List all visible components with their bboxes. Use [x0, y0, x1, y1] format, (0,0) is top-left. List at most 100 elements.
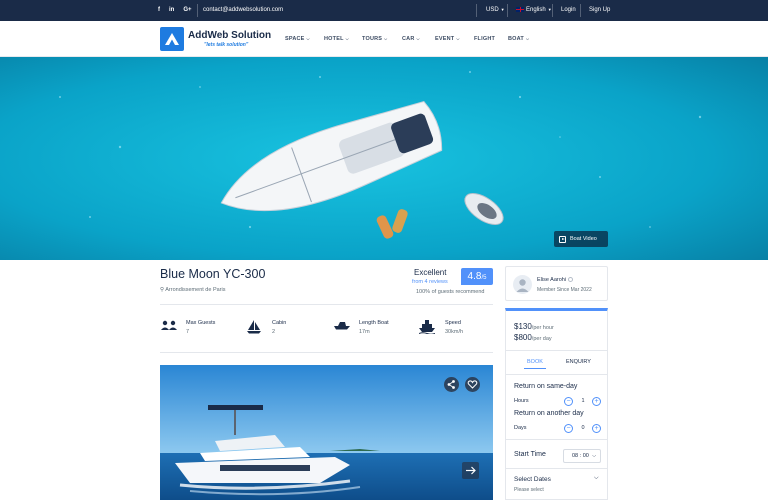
tab-book[interactable]: BOOK	[524, 359, 546, 369]
gallery-next-button[interactable]	[462, 462, 479, 479]
days-label: Days	[514, 425, 527, 431]
currency-selector[interactable]: USD ▼	[486, 7, 505, 13]
logo-mark[interactable]	[160, 27, 184, 51]
listing-title: Blue Moon YC-300	[160, 267, 266, 281]
select-dates-placeholder[interactable]: Please select	[514, 487, 544, 493]
divider	[552, 4, 553, 17]
hours-stepper: − 1 +	[564, 397, 602, 406]
nav-item-tours[interactable]: TOURS ⌵	[362, 36, 387, 42]
divider	[506, 468, 607, 469]
share-icon	[447, 380, 455, 389]
nav-label: EVENT	[435, 36, 455, 42]
owner-name[interactable]: Elise Aarohi	[537, 277, 574, 283]
nav-label: HOTEL	[324, 36, 344, 42]
linkedin-icon[interactable]: in	[169, 7, 174, 13]
price-value: $130	[514, 322, 532, 331]
logo-name[interactable]: AddWeb Solution	[188, 30, 271, 41]
divider	[507, 4, 508, 17]
days-value[interactable]: 0	[576, 425, 590, 431]
verified-icon	[568, 277, 574, 282]
chevron-down-icon: ▼	[500, 7, 505, 12]
owner-card: Elise Aarohi Member Since Mar 2022	[505, 266, 608, 301]
divider	[160, 304, 493, 305]
nav-item-car[interactable]: CAR ⌵	[402, 36, 420, 42]
hours-decrement-button[interactable]: −	[564, 397, 573, 406]
nav-label: BOAT	[508, 36, 524, 42]
hours-value[interactable]: 1	[576, 398, 590, 404]
nav-item-hotel[interactable]: HOTEL ⌵	[324, 36, 349, 42]
hours-increment-button[interactable]: +	[592, 397, 601, 406]
login-link[interactable]: Login	[561, 7, 576, 13]
select-dates-label[interactable]: Select Dates	[514, 476, 551, 483]
reviews-link[interactable]: from 4 reviews	[412, 279, 448, 285]
wishlist-button[interactable]	[465, 377, 480, 392]
share-button[interactable]	[444, 377, 459, 392]
avatar[interactable]	[513, 275, 532, 294]
currency-label: USD	[486, 7, 499, 13]
arrow-right-icon	[466, 466, 476, 475]
divider	[506, 350, 607, 351]
rating-label: Excellent	[414, 268, 447, 277]
feature-label: Length Boat	[359, 320, 389, 326]
days-decrement-button[interactable]: −	[564, 424, 573, 433]
rating-score-badge: 4.8/5	[461, 268, 493, 285]
play-video-icon	[559, 235, 566, 243]
nav-label: TOURS	[362, 36, 383, 42]
chevron-down-icon[interactable]: ⌵	[594, 475, 599, 482]
language-selector[interactable]: English ▼	[516, 7, 552, 13]
signup-link[interactable]: Sign Up	[589, 7, 610, 13]
rating-score: 4.8	[467, 271, 482, 282]
another-day-title: Return on another day	[514, 410, 584, 417]
recommend-text: 100% of guests recommend	[416, 289, 485, 295]
chevron-down-icon: ⌵	[384, 36, 388, 41]
contact-email-link[interactable]: contact@addwebsolution.com	[203, 7, 283, 13]
boat-gallery[interactable]	[160, 365, 493, 500]
days-stepper: − 0 +	[564, 424, 602, 433]
feature-label: Cabin	[272, 320, 287, 326]
owner-since: Member Since Mar 2022	[537, 287, 592, 293]
location-text: Arrondissement de Paris	[165, 287, 226, 293]
listing-location: ⚲ Arrondissement de Paris	[160, 287, 226, 293]
divider	[160, 352, 493, 353]
nav-label: CAR	[402, 36, 415, 42]
start-time-label: Start Time	[514, 451, 546, 458]
days-increment-button[interactable]: +	[592, 424, 601, 433]
price-value: $800	[514, 333, 532, 342]
guests-icon	[161, 320, 177, 330]
divider	[476, 4, 477, 17]
divider	[506, 439, 607, 440]
divider	[506, 374, 607, 375]
heart-icon	[467, 380, 478, 389]
booking-card: $130/per hour $800/per day BOOK ENQUIRY …	[505, 308, 608, 500]
speedboat-icon	[334, 322, 350, 330]
chevron-down-icon: ⌵	[416, 36, 420, 41]
chevron-down-icon: ⌵	[525, 36, 530, 41]
price-unit: /per day	[531, 336, 552, 342]
boat-video-button[interactable]: Boat Video	[554, 231, 608, 247]
feature-value: 7	[186, 329, 190, 335]
owner-name-text: Elise Aarohi	[537, 277, 567, 283]
uk-flag-icon	[516, 7, 524, 12]
start-time-select[interactable]: 08 : 00 ⌵	[563, 449, 601, 463]
nav-item-space[interactable]: SPACE ⌵	[285, 36, 310, 42]
rating-score-max: /5	[481, 275, 487, 281]
same-day-title: Return on same-day	[514, 383, 578, 390]
nav-item-boat[interactable]: BOAT ⌵	[508, 36, 529, 42]
nav-item-flight[interactable]: FLIGHT	[474, 36, 495, 42]
tab-enquiry[interactable]: ENQUIRY	[566, 359, 591, 365]
divider	[580, 4, 581, 17]
social-links: f in G+	[158, 7, 192, 13]
price-per-day: $800/per day	[514, 333, 552, 342]
google-plus-icon[interactable]: G+	[183, 7, 191, 13]
nav-label: FLIGHT	[474, 36, 496, 42]
feature-label: Max Guests	[186, 320, 216, 326]
chevron-down-icon: ⌵	[345, 36, 349, 41]
nav-label: SPACE	[285, 36, 305, 42]
facebook-icon[interactable]: f	[158, 7, 160, 13]
boat-video-label: Boat Video	[570, 236, 597, 242]
user-icon	[516, 279, 529, 292]
feature-value: 17m	[359, 329, 370, 335]
feature-value: 30km/h	[445, 329, 464, 335]
sailboat-icon	[247, 320, 261, 334]
nav-item-event[interactable]: EVENT ⌵	[435, 36, 460, 42]
